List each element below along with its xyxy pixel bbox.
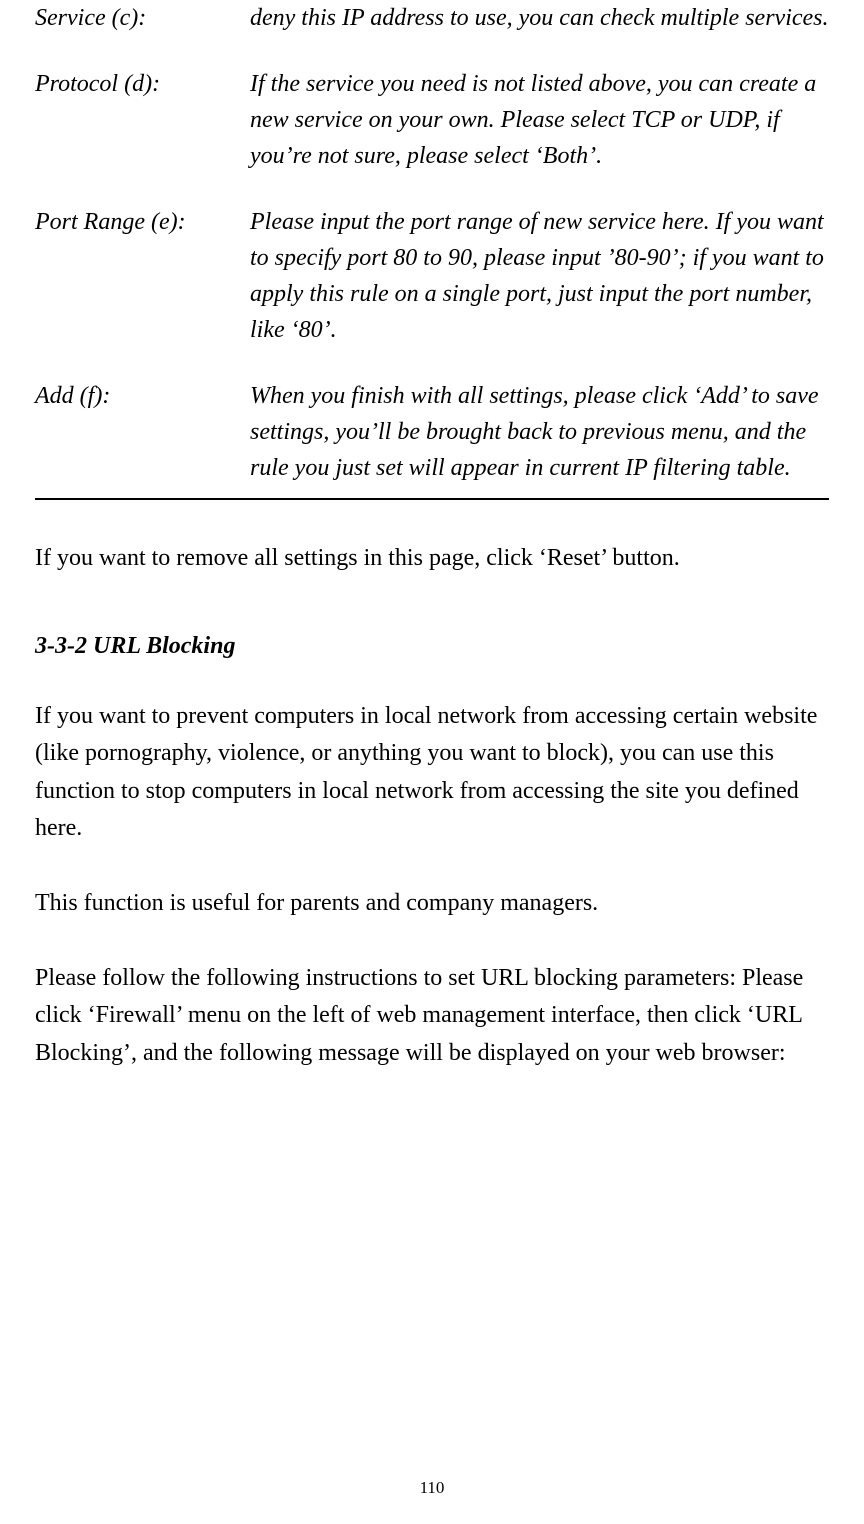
paragraph: This function is useful for parents and … xyxy=(35,885,829,922)
section-title: 3-3-2 URL Blocking xyxy=(35,633,829,660)
definition-description: deny this IP address to use, you can che… xyxy=(250,0,829,36)
definition-term: Port Range (e): xyxy=(35,204,250,348)
definition-row: Add (f): When you finish with all settin… xyxy=(35,378,829,486)
paragraph: Please follow the following instructions… xyxy=(35,960,829,1072)
definition-row: Service (c): deny this IP address to use… xyxy=(35,0,829,36)
definition-term: Protocol (d): xyxy=(35,66,250,174)
definition-term: Add (f): xyxy=(35,378,250,486)
definition-description: Please input the port range of new servi… xyxy=(250,204,829,348)
definition-description: If the service you need is not listed ab… xyxy=(250,66,829,174)
definition-description: When you finish with all settings, pleas… xyxy=(250,378,829,486)
page-number: 110 xyxy=(0,1478,864,1498)
definition-row: Protocol (d): If the service you need is… xyxy=(35,66,829,174)
reset-note: If you want to remove all settings in th… xyxy=(35,540,829,577)
definition-term: Service (c): xyxy=(35,0,250,36)
paragraph: If you want to prevent computers in loca… xyxy=(35,698,829,847)
definitions-table: Service (c): deny this IP address to use… xyxy=(35,0,829,500)
definition-row: Port Range (e): Please input the port ra… xyxy=(35,204,829,348)
